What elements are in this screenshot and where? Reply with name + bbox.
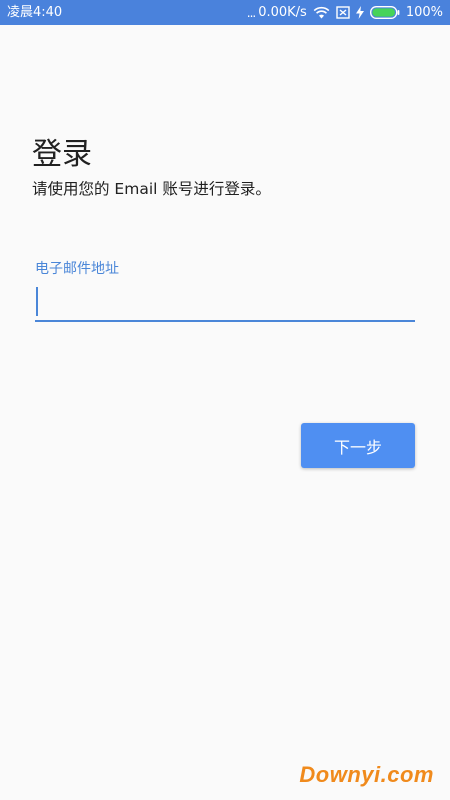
next-button[interactable]: 下一步 (301, 423, 415, 468)
page-title: 登录 (32, 137, 92, 172)
email-field[interactable] (35, 284, 415, 322)
charging-icon (355, 6, 364, 19)
wifi-icon (313, 6, 330, 19)
watermark-logo: Downyi.com (299, 762, 434, 787)
email-field-label: 电子邮件地址 (35, 261, 119, 277)
status-indicators: ... 0.00K/s 100% (247, 0, 443, 25)
page-subtitle: 请使用您的 Email 账号进行登录。 (32, 180, 271, 198)
status-time: 凌晨4:40 (7, 5, 63, 20)
text-cursor (36, 287, 38, 316)
status-bar: 凌晨4:40 ... 0.00K/s 100% (0, 0, 450, 25)
network-activity-icon: ... (246, 5, 257, 20)
battery-percent: 100% (405, 5, 443, 20)
battery-icon (369, 6, 400, 19)
network-speed: 0.00K/s (258, 5, 307, 20)
sim-card-icon (336, 6, 350, 19)
